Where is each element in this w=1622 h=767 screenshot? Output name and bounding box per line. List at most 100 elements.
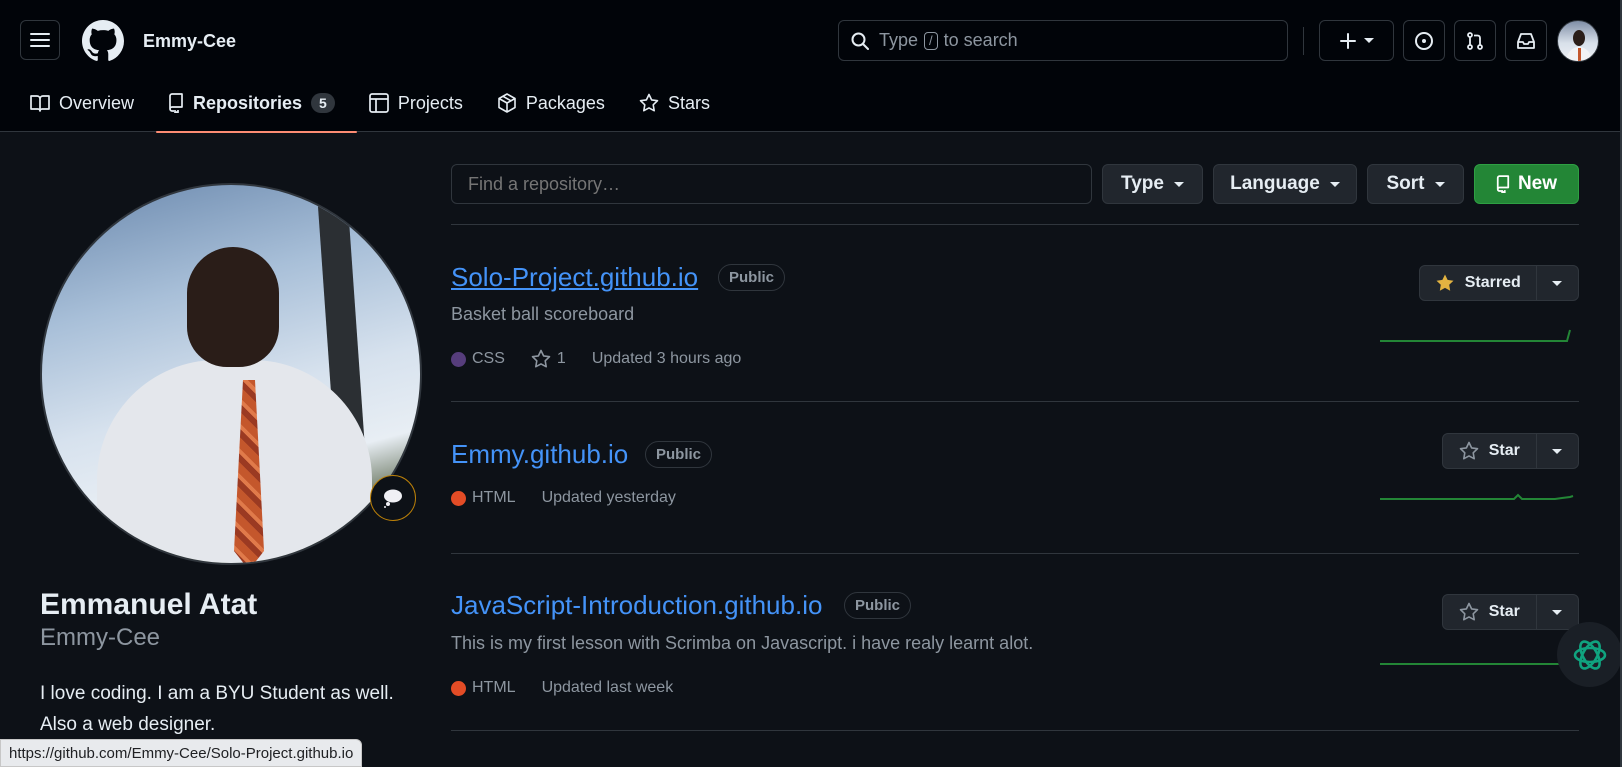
star-label: Star	[1488, 603, 1520, 620]
starred-button[interactable]: Starred	[1420, 266, 1537, 300]
tab-projects[interactable]: Projects	[368, 88, 475, 132]
chevron-down-icon	[1552, 280, 1563, 286]
repo-link-solo-project[interactable]: Solo-Project.github.io	[451, 262, 698, 293]
find-repository-input[interactable]	[451, 164, 1092, 204]
repo-icon	[169, 93, 183, 113]
repo-language: HTML	[472, 489, 516, 506]
list-divider	[451, 553, 1579, 554]
sort-label: Sort	[1386, 173, 1425, 194]
star-filled-icon	[1436, 274, 1454, 291]
language-color-dot	[451, 680, 466, 696]
header-divider	[1303, 27, 1304, 55]
repo-language: HTML	[472, 679, 516, 696]
status-button[interactable]	[370, 475, 416, 521]
photo-head	[187, 247, 279, 367]
search-suffix: to search	[943, 30, 1018, 50]
star-icon	[1459, 602, 1479, 621]
hamburger-icon	[30, 33, 50, 47]
tab-overview-label: Overview	[59, 92, 135, 113]
chevron-down-icon	[1173, 181, 1184, 187]
repo-description: Basket ball scoreboard	[451, 304, 635, 324]
photo-shirt	[97, 360, 372, 563]
star-button[interactable]: Star	[1443, 434, 1537, 468]
profile-login: Emmy-Cee	[40, 624, 161, 651]
assistant-button[interactable]	[1557, 622, 1622, 687]
search-shortcut-key: /	[924, 31, 938, 50]
chevron-down-icon	[1329, 181, 1340, 187]
repo-star-count[interactable]: 1	[557, 350, 566, 368]
repo-icon	[1496, 175, 1510, 193]
star-list-dropdown[interactable]	[1537, 434, 1578, 468]
star-button-group: Starred	[1419, 265, 1579, 301]
user-avatar[interactable]	[1557, 20, 1599, 62]
star-button-group: Star	[1442, 594, 1579, 630]
star-label: Star	[1488, 442, 1520, 459]
tab-repositories-label: Repositories	[193, 92, 303, 113]
language-filter-button[interactable]: Language	[1213, 164, 1357, 204]
star-button[interactable]: Star	[1443, 595, 1537, 629]
list-divider	[451, 224, 1579, 225]
chevron-down-icon	[1552, 448, 1563, 454]
repo-language: CSS	[472, 350, 505, 367]
header: Emmy-Cee Type / to search Overview Repos…	[0, 0, 1622, 133]
profile-avatar[interactable]	[40, 183, 422, 565]
avatar-silhouette-icon	[1566, 30, 1592, 61]
repo-link-javascript-introduction[interactable]: JavaScript-Introduction.github.io	[451, 590, 822, 621]
activity-sparkline	[1380, 329, 1571, 342]
github-logo-icon[interactable]	[82, 20, 124, 62]
chevron-down-icon	[1552, 609, 1563, 615]
tab-stars-label: Stars	[667, 92, 710, 113]
tab-projects-label: Projects	[397, 92, 463, 113]
visibility-badge: Public	[718, 264, 786, 291]
repo-updated: Updated last week	[541, 679, 674, 696]
language-color-dot	[451, 490, 466, 506]
search-placeholder: Type / to search	[879, 30, 1018, 51]
repo-link-emmy[interactable]: Emmy.github.io	[451, 439, 628, 470]
visibility-badge: Public	[645, 441, 713, 468]
language-color-dot	[451, 351, 466, 367]
issue-icon	[1415, 31, 1433, 50]
chevron-down-icon	[1434, 181, 1445, 187]
repo-meta: HTML Updated yesterday	[451, 489, 676, 507]
repo-updated: Updated yesterday	[541, 489, 676, 506]
link-preview-status: https://github.com/Emmy-Cee/Solo-Project…	[0, 739, 363, 767]
thought-bubble-icon	[384, 489, 402, 508]
inbox-button[interactable]	[1505, 20, 1547, 61]
pull-requests-button[interactable]	[1454, 20, 1496, 61]
inbox-icon	[1517, 32, 1535, 49]
create-new-button[interactable]	[1319, 20, 1394, 61]
pull-request-icon	[1467, 31, 1483, 50]
repo-meta: CSS 1 Updated 3 hours ago	[451, 349, 741, 369]
repo-description: This is my first lesson with Scrimba on …	[451, 633, 1034, 653]
tab-stars[interactable]: Stars	[639, 88, 722, 132]
issues-button[interactable]	[1403, 20, 1445, 61]
starred-label: Starred	[1464, 274, 1521, 291]
star-icon[interactable]	[531, 349, 551, 369]
profile-bio: I love coding. I am a BYU Student as wel…	[40, 683, 394, 735]
sort-button[interactable]: Sort	[1367, 164, 1464, 204]
star-icon	[639, 93, 659, 112]
tab-packages[interactable]: Packages	[497, 88, 617, 132]
search-input[interactable]: Type / to search	[838, 20, 1288, 61]
star-icon	[1459, 441, 1479, 460]
plus-icon	[1339, 32, 1356, 49]
new-repository-button[interactable]: New	[1474, 164, 1579, 204]
tab-overview[interactable]: Overview	[30, 88, 146, 132]
header-username[interactable]: Emmy-Cee	[143, 31, 236, 52]
repo-updated: Updated 3 hours ago	[591, 350, 742, 367]
activity-sparkline	[1380, 493, 1574, 500]
openai-logo-icon	[1573, 639, 1606, 670]
table-icon	[368, 93, 389, 113]
type-filter-button[interactable]: Type	[1102, 164, 1203, 204]
chevron-down-icon	[1363, 38, 1374, 43]
star-list-dropdown[interactable]	[1537, 266, 1578, 300]
profile-tabs: Overview Repositories 5 Projects Package…	[30, 88, 744, 133]
repo-count-badge: 5	[311, 93, 335, 113]
tab-repositories[interactable]: Repositories 5	[156, 88, 357, 133]
visibility-badge: Public	[844, 592, 912, 619]
list-divider	[451, 401, 1579, 402]
star-button-group: Star	[1442, 433, 1579, 469]
new-button-label: New	[1517, 173, 1558, 194]
star-list-dropdown[interactable]	[1537, 595, 1578, 629]
menu-button[interactable]	[20, 20, 60, 60]
